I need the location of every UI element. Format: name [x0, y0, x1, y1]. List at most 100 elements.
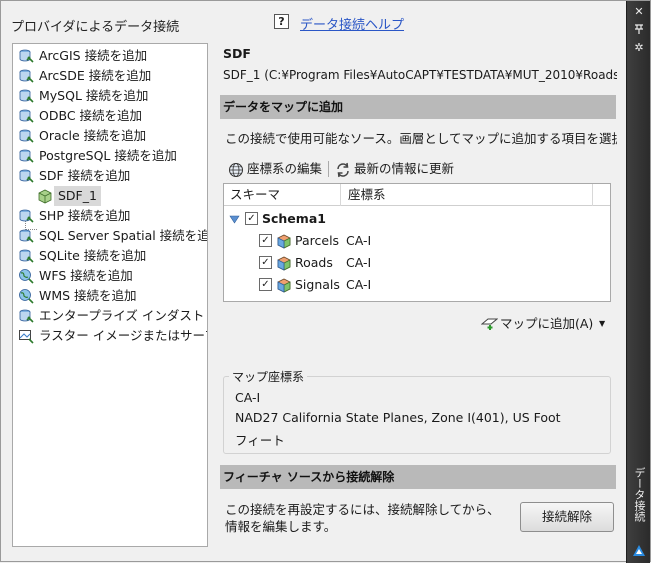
grid-header: スキーマ 座標系 — [224, 184, 610, 206]
feature-name: Roads — [295, 255, 333, 270]
disconnect-description-line: この接続を再設定するには、接続解除してから、 — [225, 502, 500, 517]
data-connect-window: プロバイダによるデータ接続 ? データ接続ヘルプ ArcGIS 接続を追加 Arc… — [0, 0, 651, 563]
provider-icon — [18, 148, 34, 164]
column-divider[interactable] — [340, 184, 341, 206]
feature-row[interactable]: ✓ Parcels CA-I — [224, 230, 610, 252]
schema-row[interactable]: ✓ Schema1 — [224, 208, 610, 230]
tree-item-provider[interactable]: ラスター イメージまたはサーフェ — [13, 326, 207, 346]
provider-icon — [18, 68, 34, 84]
globe-icon — [18, 268, 34, 284]
map-crs-title: マップ座標系 — [229, 368, 308, 385]
column-divider[interactable] — [592, 184, 593, 206]
add-data-section-header[interactable]: データをマップに追加 — [220, 95, 616, 119]
feature-name: Signals — [295, 277, 340, 292]
palette-title: データ接続 — [633, 467, 646, 522]
globe-icon — [229, 162, 243, 177]
map-crs-description: NAD27 California State Planes, Zone I(40… — [235, 410, 561, 425]
settings-icon[interactable]: ✲ — [631, 41, 647, 55]
feature-class-icon — [277, 234, 291, 249]
map-crs-units: フィート — [235, 433, 285, 448]
disconnect-button[interactable]: 接続解除 — [520, 502, 614, 532]
tree-item-provider[interactable]: SHP 接続を追加 — [13, 206, 207, 226]
tree-item-provider[interactable]: ArcGIS 接続を追加 — [13, 46, 207, 66]
tree-item-label: ArcSDE 接続を追加 — [39, 68, 152, 83]
schema-toolbar: 座標系の編集 最新の情報に更新 — [223, 157, 611, 181]
provider-icon — [18, 48, 34, 64]
tree-item-provider[interactable]: ArcSDE 接続を追加 — [13, 66, 207, 86]
tree-item-label: ラスター イメージまたはサーフェ — [39, 328, 207, 343]
pin-icon[interactable] — [631, 23, 647, 37]
tree-item-provider[interactable]: MySQL 接続を追加 — [13, 86, 207, 106]
tree-item-label: ODBC 接続を追加 — [39, 108, 143, 123]
refresh-button[interactable]: 最新の情報に更新 — [335, 159, 454, 179]
tree-item-provider[interactable]: SQLite 接続を追加 — [13, 246, 207, 266]
feature-checkbox[interactable]: ✓ — [259, 256, 272, 269]
tree-item-label: WFS 接続を追加 — [39, 268, 133, 283]
connection-name: SDF — [223, 46, 251, 61]
tree-item-provider[interactable]: Oracle 接続を追加 — [13, 126, 207, 146]
tree-item-label: WMS 接続を追加 — [39, 288, 137, 303]
raster-icon — [18, 328, 34, 344]
tree-item-provider[interactable]: PostgreSQL 接続を追加 — [13, 146, 207, 166]
schema-checkbox[interactable]: ✓ — [245, 212, 258, 225]
column-crs[interactable]: 座標系 — [348, 184, 386, 206]
feature-checkbox[interactable]: ✓ — [259, 278, 272, 291]
map-crs-code: CA-I — [235, 390, 261, 405]
tree-item-label: SDF 接続を追加 — [39, 168, 131, 183]
tree-item-provider[interactable]: エンタープライズ インダストリ — [13, 306, 208, 326]
providers-label: プロバイダによるデータ接続 — [11, 20, 180, 35]
edit-crs-label: 座標系の編集 — [247, 161, 323, 176]
provider-icon — [18, 228, 34, 244]
provider-icon — [18, 168, 34, 184]
disconnect-section-header[interactable]: フィーチャ ソースから接続解除 — [220, 465, 616, 489]
feature-class-icon — [277, 256, 291, 271]
tree-item-label: Oracle 接続を追加 — [39, 128, 147, 143]
provider-icon — [18, 208, 34, 224]
feature-row[interactable]: ✓ Roads CA-I — [224, 252, 610, 274]
tree-item-provider[interactable]: SQL Server Spatial 接続を追加 — [13, 226, 207, 246]
refresh-icon — [337, 162, 349, 177]
tree-item-provider[interactable]: ODBC 接続を追加 — [13, 106, 207, 126]
toolbar-separator — [328, 161, 329, 177]
tree-item-provider[interactable]: WFS 接続を追加 — [13, 266, 207, 286]
column-schema[interactable]: スキーマ — [230, 184, 280, 206]
palette-titlebar[interactable]: ✕ ✲ データ接続 — [626, 1, 650, 563]
provider-icon — [18, 308, 34, 324]
add-to-map-button[interactable]: マップに追加(A) ▼ — [475, 312, 612, 336]
help-link[interactable]: データ接続ヘルプ — [300, 14, 404, 33]
expand-arrow-icon[interactable] — [229, 215, 240, 224]
disconnect-description-line: 情報を編集します。 — [225, 519, 337, 534]
tree-item-label: SHP 接続を追加 — [39, 208, 131, 223]
provider-tree[interactable]: ArcGIS 接続を追加 ArcSDE 接続を追加 MySQL 接続を追加 ODBC … — [12, 43, 208, 547]
disconnect-description: この接続を再設定するには、接続解除してから、 情報を編集します。 — [225, 501, 500, 535]
tree-item-label: PostgreSQL 接続を追加 — [39, 148, 177, 163]
add-data-description: この接続で使用可能なソース。画層としてマップに追加する項目を選択 — [225, 131, 617, 146]
provider-icon — [18, 108, 34, 124]
feature-crs: CA-I — [346, 233, 372, 248]
help-icon[interactable]: ? — [274, 14, 289, 29]
tree-item-label: MySQL 接続を追加 — [39, 88, 149, 103]
sdf-file-icon — [37, 188, 53, 204]
schema-grid: スキーマ 座標系 ✓ Schema1 ✓ Parcels CA-I ✓ Roads CA-… — [223, 183, 611, 302]
connection-path: SDF_1 (C:¥Program Files¥AutoCAPT¥TESTDAT… — [223, 68, 617, 82]
tree-item-provider[interactable]: WMS 接続を追加 — [13, 286, 207, 306]
globe-icon — [18, 288, 34, 304]
add-to-map-label: マップに追加(A) — [500, 316, 594, 331]
feature-checkbox[interactable]: ✓ — [259, 234, 272, 247]
tree-item-label: ArcGIS 接続を追加 — [39, 48, 148, 63]
feature-class-icon — [277, 278, 291, 293]
tree-item-label: エンタープライズ インダストリ — [39, 308, 208, 323]
provider-icon — [18, 248, 34, 264]
feature-row[interactable]: ✓ Signals CA-I — [224, 274, 610, 296]
close-icon[interactable]: ✕ — [631, 5, 647, 19]
edit-crs-button[interactable]: 座標系の編集 — [228, 159, 322, 179]
refresh-label: 最新の情報に更新 — [354, 161, 455, 176]
tree-item-sdf-1[interactable]: SDF_1 — [13, 186, 207, 206]
tree-item-provider[interactable]: SDF 接続を追加 — [13, 166, 207, 186]
feature-crs: CA-I — [346, 255, 372, 270]
add-layer-icon — [481, 318, 498, 330]
tree-item-label: SQLite 接続を追加 — [39, 248, 147, 263]
dropdown-arrow-icon[interactable]: ▼ — [599, 312, 605, 336]
schema-name: Schema1 — [262, 211, 326, 226]
provider-icon — [18, 88, 34, 104]
